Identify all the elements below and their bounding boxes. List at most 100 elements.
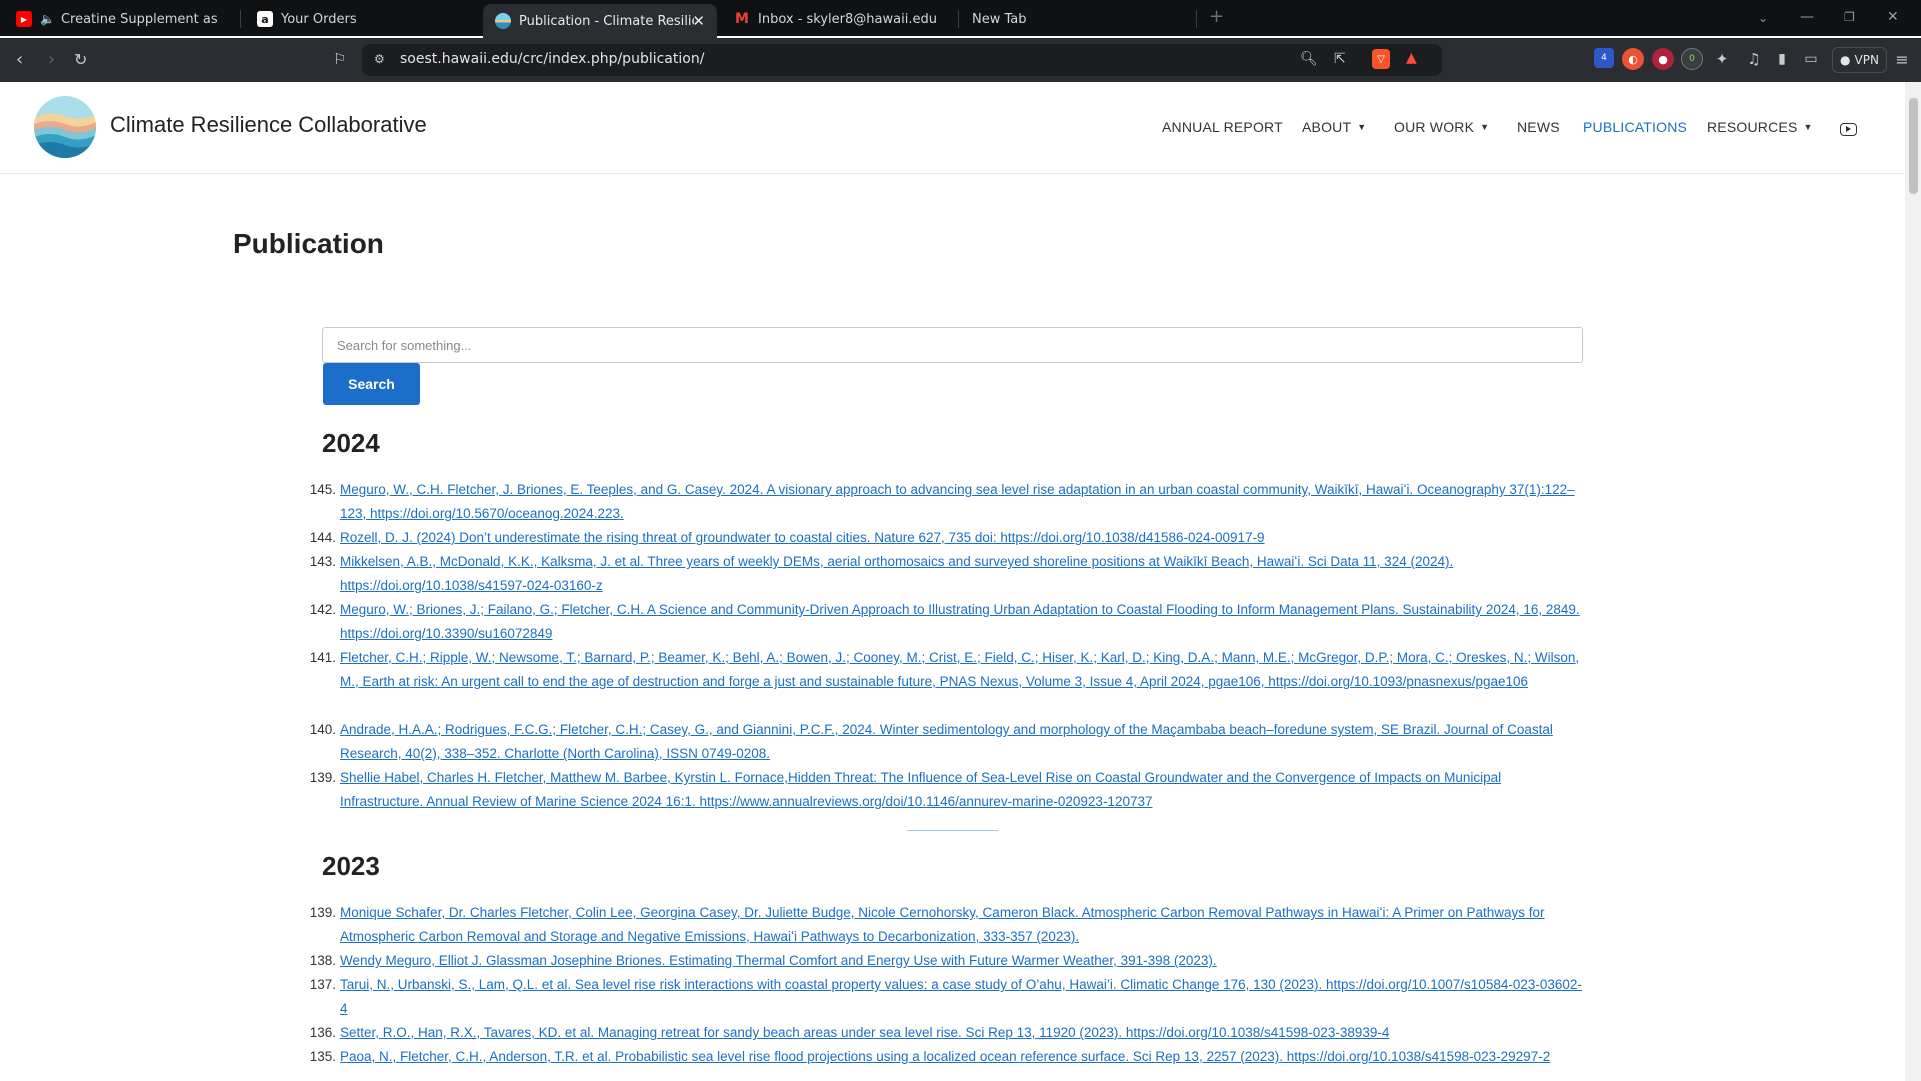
scrollbar-thumb[interactable] bbox=[1909, 98, 1918, 194]
publication-link[interactable]: Fletcher, C.H.; Ripple, W.; Newsome, T.;… bbox=[340, 646, 1586, 694]
menu-icon[interactable]: ≡ bbox=[1891, 48, 1913, 70]
site-title[interactable]: Climate Resilience Collaborative bbox=[110, 112, 427, 138]
extension-icon[interactable]: ◐ bbox=[1622, 48, 1644, 70]
tab-search-chevron-icon[interactable]: ⌄ bbox=[1758, 11, 1768, 25]
publication-item: 136. Setter, R.O., Han, R.X., Tavares, K… bbox=[306, 1021, 1586, 1045]
publication-number: 138. bbox=[309, 953, 336, 968]
extension-bitwarden-icon[interactable]: 4 bbox=[1594, 48, 1614, 68]
nav-label: ABOUT bbox=[1302, 119, 1352, 135]
chevron-down-icon: ▼ bbox=[1480, 122, 1490, 132]
site-favicon bbox=[495, 13, 511, 29]
publication-link[interactable]: Meguro, W., C.H. Fletcher, J. Briones, E… bbox=[340, 478, 1586, 526]
publication-number: 145. bbox=[309, 482, 336, 497]
nav-resources[interactable]: RESOURCES ▼ bbox=[1707, 119, 1813, 135]
publication-link[interactable]: Rozell, D. J. (2024) Don’t underestimate… bbox=[340, 526, 1586, 550]
tab-label: Inbox - skyler8@hawaii.edu - Univer bbox=[758, 11, 940, 27]
zoom-icon[interactable]: 🔍︎ bbox=[1300, 51, 1318, 67]
speaker-icon: 🔈 bbox=[40, 12, 55, 26]
publication-item: 138. Wendy Meguro, Elliot J. Glassman Jo… bbox=[306, 949, 1586, 973]
nav-label: NEWS bbox=[1517, 119, 1560, 135]
publication-item: 139. Monique Schafer, Dr. Charles Fletch… bbox=[306, 901, 1586, 949]
logo-waves-icon bbox=[34, 96, 96, 158]
publication-item: 144. Rozell, D. J. (2024) Don’t underest… bbox=[306, 526, 1586, 550]
brave-rewards-icon[interactable]: ▲ bbox=[1406, 50, 1417, 66]
page-scrollbar[interactable] bbox=[1905, 82, 1921, 1081]
nav-label: PUBLICATIONS bbox=[1583, 119, 1688, 135]
publication-item: 142. Meguro, W.; Briones, J.; Failano, G… bbox=[306, 598, 1586, 646]
back-icon[interactable]: ‹ bbox=[16, 49, 23, 70]
nav-about[interactable]: ABOUT ▼ bbox=[1302, 119, 1366, 135]
browser-tab-bar: ▶ 🔈 Creatine Supplement as a Testo a You… bbox=[0, 0, 1921, 38]
nav-our-work[interactable]: OUR WORK ▼ bbox=[1394, 119, 1489, 135]
bookmark-icon[interactable]: ⚐ bbox=[333, 50, 346, 68]
youtube-icon[interactable] bbox=[1840, 123, 1857, 136]
publication-link[interactable]: Shellie Habel, Charles H. Fletcher, Matt… bbox=[340, 766, 1586, 814]
tab-publication[interactable]: Publication - Climate Resilience ✕ bbox=[483, 4, 717, 38]
media-music-icon[interactable]: ♫ bbox=[1743, 48, 1765, 70]
publication-item: 141. Fletcher, C.H.; Ripple, W.; Newsome… bbox=[306, 646, 1586, 694]
publication-link[interactable]: Paoa, N., Fletcher, C.H., Anderson, T.R.… bbox=[340, 1045, 1586, 1069]
new-tab-plus-icon[interactable]: + bbox=[1209, 6, 1224, 27]
sidebar-icon[interactable]: ▮ bbox=[1771, 48, 1793, 70]
web-page: Climate Resilience Collaborative ANNUAL … bbox=[0, 82, 1905, 1081]
year-heading-2024: 2024 bbox=[322, 428, 380, 458]
extension-record-icon[interactable]: ● bbox=[1652, 48, 1674, 70]
publication-item: 137. Tarui, N., Urbanski, S., Lam, Q.L. … bbox=[306, 973, 1586, 1021]
nav-news[interactable]: NEWS bbox=[1517, 119, 1560, 135]
site-settings-icon[interactable]: ⚙ bbox=[374, 52, 385, 66]
window-close-icon[interactable]: ✕ bbox=[1887, 9, 1899, 25]
publication-link[interactable]: Setter, R.O., Han, R.X., Tavares, KD. et… bbox=[340, 1021, 1586, 1045]
site-logo[interactable] bbox=[34, 96, 96, 158]
publication-number: 142. bbox=[309, 602, 336, 617]
tab-youtube[interactable]: ▶ 🔈 Creatine Supplement as a Testo bbox=[4, 0, 230, 38]
publication-link[interactable]: Tarui, N., Urbanski, S., Lam, Q.L. et al… bbox=[340, 973, 1586, 1021]
browser-toolbar: ‹ › ↻ ⚐ ⚙ soest.hawaii.edu/crc/index.php… bbox=[0, 38, 1921, 82]
nav-annual-report[interactable]: ANNUAL REPORT bbox=[1162, 119, 1283, 135]
reload-icon[interactable]: ↻ bbox=[74, 50, 87, 69]
share-icon[interactable]: ⇱ bbox=[1334, 51, 1346, 67]
tab-new-tab[interactable]: New Tab bbox=[960, 0, 1190, 38]
site-header: Climate Resilience Collaborative ANNUAL … bbox=[0, 82, 1905, 174]
badge-count: 4 bbox=[1601, 53, 1607, 63]
section-divider bbox=[907, 830, 998, 831]
tab-label: New Tab bbox=[972, 11, 1027, 27]
minimize-icon[interactable]: — bbox=[1800, 9, 1814, 25]
restore-icon[interactable]: ❐ bbox=[1844, 10, 1855, 24]
year-heading-2023: 2023 bbox=[322, 851, 380, 881]
vpn-button[interactable]: ● VPN bbox=[1832, 47, 1887, 73]
publication-link[interactable]: Mikkelsen, A.B., McDonald, K.K., Kalksma… bbox=[340, 550, 1586, 598]
publication-link[interactable]: Andrade, H.A.A.; Rodrigues, F.C.G.; Flet… bbox=[340, 718, 1586, 766]
close-icon[interactable]: ✕ bbox=[692, 12, 705, 30]
nav-publications[interactable]: PUBLICATIONS bbox=[1583, 119, 1687, 135]
publication-number: 141. bbox=[309, 650, 336, 665]
brave-shields-icon[interactable]: ▽ bbox=[1372, 49, 1390, 69]
tab-separator bbox=[958, 10, 959, 28]
extensions-puzzle-icon[interactable]: ✦ bbox=[1711, 48, 1733, 70]
publication-link[interactable]: Meguro, W.; Briones, J.; Failano, G.; Fl… bbox=[340, 598, 1586, 646]
publication-number: 136. bbox=[309, 1025, 336, 1040]
publication-number: 144. bbox=[309, 530, 336, 545]
tab-label: Publication - Climate Resilience bbox=[519, 13, 694, 29]
search-button[interactable]: Search bbox=[323, 363, 420, 405]
badge-count: 0 bbox=[1689, 54, 1695, 64]
address-bar[interactable]: ⚙ soest.hawaii.edu/crc/index.php/publica… bbox=[362, 44, 1442, 76]
page-title: Publication bbox=[233, 228, 384, 259]
publication-item: 139. Shellie Habel, Charles H. Fletcher,… bbox=[306, 766, 1586, 814]
publication-number: 143. bbox=[309, 554, 336, 569]
tab-your-orders[interactable]: a Your Orders bbox=[245, 0, 475, 38]
tab-separator bbox=[240, 10, 241, 28]
search-input[interactable] bbox=[322, 327, 1583, 363]
publication-item: 140. Andrade, H.A.A.; Rodrigues, F.C.G.;… bbox=[306, 718, 1586, 766]
forward-icon[interactable]: › bbox=[48, 49, 55, 70]
publication-number: 137. bbox=[309, 977, 336, 992]
nav-label: ANNUAL REPORT bbox=[1162, 119, 1283, 135]
tab-label: Your Orders bbox=[281, 11, 357, 27]
wallet-icon[interactable]: ▭ bbox=[1800, 48, 1822, 70]
tab-gmail[interactable]: M Inbox - skyler8@hawaii.edu - Univer bbox=[722, 0, 952, 38]
publication-link[interactable]: Monique Schafer, Dr. Charles Fletcher, C… bbox=[340, 901, 1586, 949]
publication-link[interactable]: Wendy Meguro, Elliot J. Glassman Josephi… bbox=[340, 949, 1586, 973]
tab-label: Creatine Supplement as a Testo bbox=[60, 11, 218, 27]
publication-number: 135. bbox=[309, 1049, 336, 1064]
extension-badge-icon[interactable]: 0 bbox=[1681, 48, 1703, 70]
amazon-icon: a bbox=[257, 11, 273, 27]
